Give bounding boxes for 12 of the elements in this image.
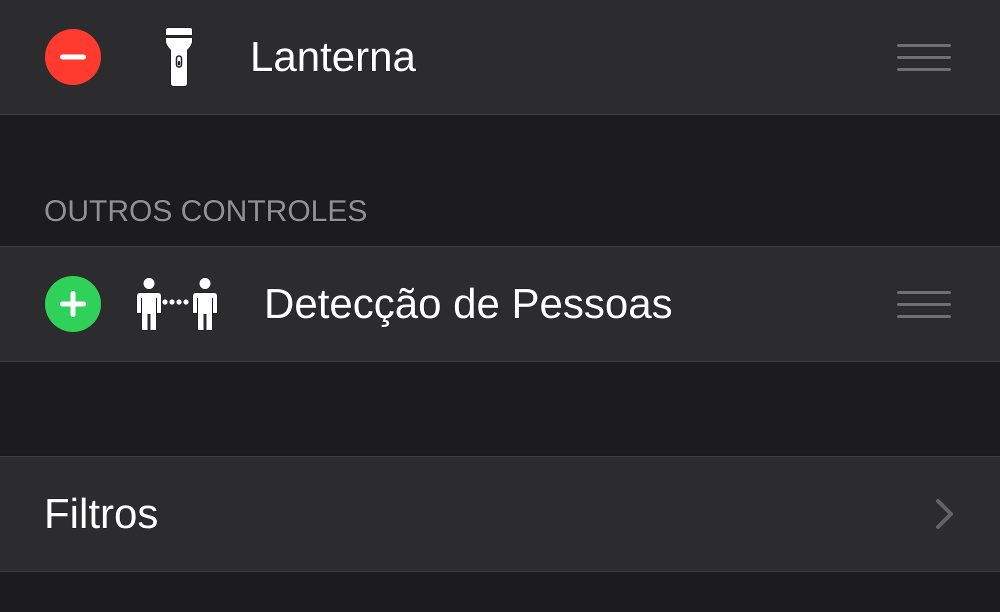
filters-row[interactable]: Filtros	[0, 456, 1000, 572]
control-label: Lanterna	[250, 36, 416, 78]
section-header: OUTROS CONTROLES	[44, 197, 368, 227]
row-label: Filtros	[44, 493, 158, 535]
chevron-right-icon	[935, 498, 955, 530]
drag-handle-icon[interactable]	[897, 44, 951, 70]
people-distance-icon	[137, 278, 217, 330]
plus-circle-icon[interactable]	[45, 276, 101, 332]
minus-circle-icon[interactable]	[45, 29, 101, 85]
control-label: Detecção de Pessoas	[264, 283, 673, 325]
drag-handle-icon[interactable]	[897, 290, 951, 318]
flashlight-icon	[165, 28, 193, 86]
